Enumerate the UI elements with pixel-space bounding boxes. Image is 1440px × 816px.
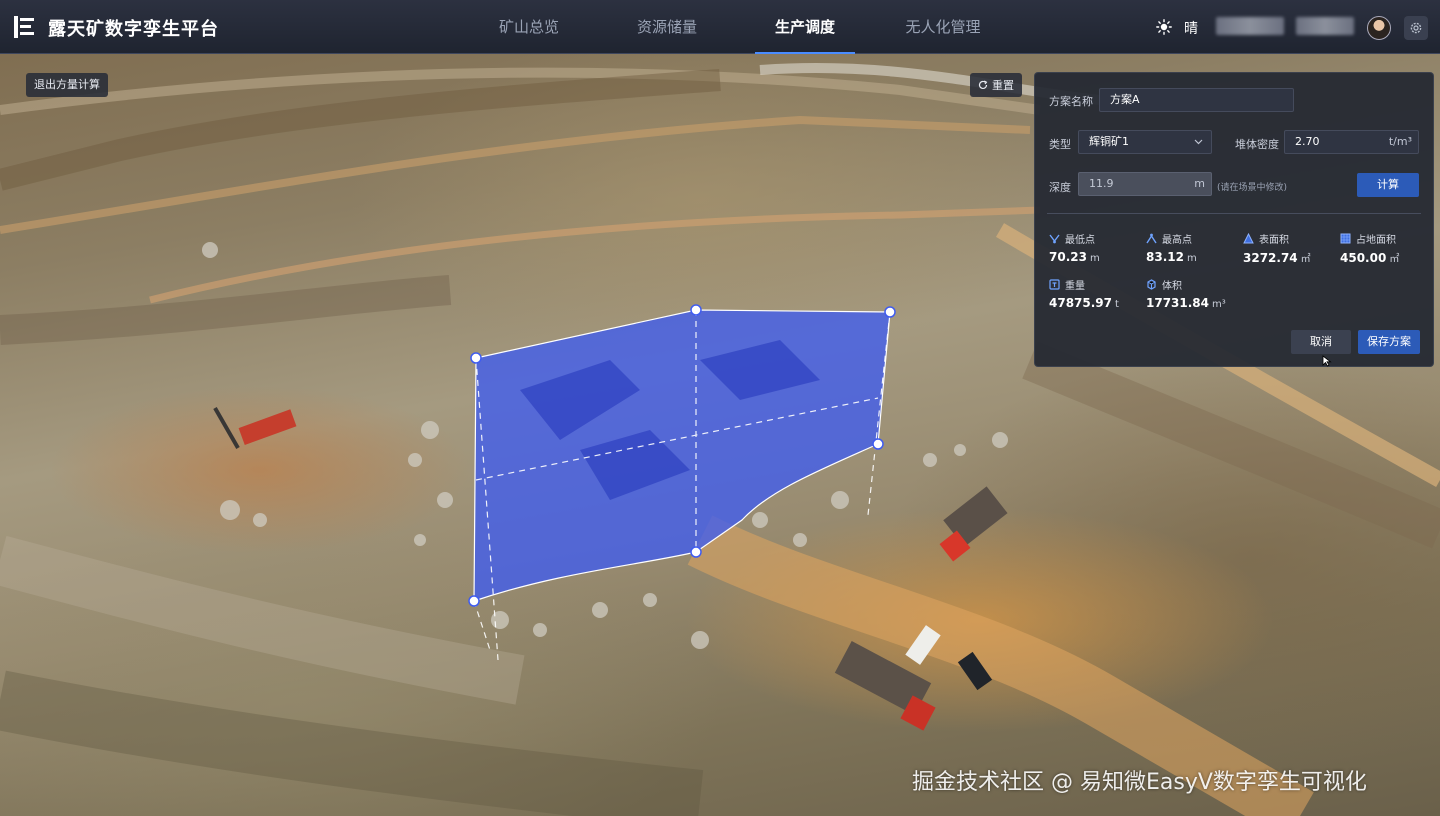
stat-unit: m xyxy=(1089,253,1100,264)
stat-highest-point: 最高点 83.12 m xyxy=(1146,231,1236,264)
reset-button[interactable]: 重置 xyxy=(970,73,1022,97)
depth-unit: m xyxy=(1194,177,1205,190)
stat-label: 最高点 xyxy=(1162,235,1192,246)
settings-button[interactable] xyxy=(1404,16,1428,40)
app-title: 露天矿数字孪生平台 xyxy=(48,19,219,40)
lowest-point-icon xyxy=(1049,234,1060,244)
stat-unit: m xyxy=(1186,253,1197,264)
tab-production-dispatch[interactable]: 生产调度 xyxy=(736,0,874,54)
stat-footprint-area: 占地面积 450.00 ㎡ xyxy=(1340,231,1430,265)
user-avatar[interactable] xyxy=(1367,16,1391,40)
plan-name-label: 方案名称 xyxy=(1049,95,1093,108)
depth-label: 深度 xyxy=(1049,181,1071,194)
density-unit: t/m³ xyxy=(1388,135,1412,148)
stat-value: 83.12 xyxy=(1146,250,1184,264)
exit-volume-calc-button[interactable]: 退出方量计算 xyxy=(26,73,108,97)
stat-unit: t xyxy=(1115,299,1119,310)
stat-value: 17731.84 xyxy=(1146,296,1210,310)
gear-icon xyxy=(1410,22,1422,34)
surface-area-icon xyxy=(1243,233,1254,244)
top-navigation-bar: 露天矿数字孪生平台 矿山总览 资源储量 生产调度 无人化管理 晴 xyxy=(0,0,1440,54)
redacted-date xyxy=(1216,17,1284,35)
volume-icon xyxy=(1147,279,1156,290)
plan-name-input[interactable]: 方案A xyxy=(1099,88,1294,112)
volume-calculation-panel: 方案名称 方案A 类型 辉铜矿1 堆体密度 2.70 t/m³ 深度 11.9 … xyxy=(1034,72,1434,367)
density-label: 堆体密度 xyxy=(1235,138,1279,151)
stat-value: 3272.74 xyxy=(1243,251,1298,265)
weather-text: 晴 xyxy=(1184,21,1198,37)
footprint-area-icon xyxy=(1340,233,1351,244)
stat-label: 占地面积 xyxy=(1356,235,1396,246)
drill-rig xyxy=(213,407,297,449)
stat-label: 最低点 xyxy=(1065,235,1095,246)
depth-input: 11.9 m xyxy=(1078,172,1212,196)
stat-surface-area: 表面积 3272.74 ㎡ xyxy=(1243,231,1333,265)
dump-truck-1 xyxy=(939,486,1008,562)
tab-mine-overview[interactable]: 矿山总览 xyxy=(460,0,598,54)
stat-volume: 体积 17731.84 m³ xyxy=(1146,277,1236,310)
cancel-button[interactable]: 取消 xyxy=(1291,330,1351,354)
stat-label: 重量 xyxy=(1065,281,1085,292)
save-plan-button[interactable]: 保存方案 xyxy=(1358,330,1420,354)
mouse-cursor-icon xyxy=(1322,355,1332,367)
type-label: 类型 xyxy=(1049,138,1071,151)
panel-divider xyxy=(1047,213,1421,214)
stat-label: 体积 xyxy=(1162,281,1182,292)
chevron-down-icon xyxy=(1194,139,1203,145)
stat-label: 表面积 xyxy=(1259,235,1289,246)
type-select-value: 辉铜矿1 xyxy=(1089,135,1129,148)
watermark-text: 掘金技术社区 @ 易知微EasyV数字孪生可视化 xyxy=(912,770,1367,795)
density-value: 2.70 xyxy=(1295,135,1320,148)
app-logo-icon xyxy=(14,16,34,38)
depth-hint: (请在场景中修改) xyxy=(1217,183,1288,193)
highest-point-icon xyxy=(1146,233,1157,244)
reset-label: 重置 xyxy=(992,79,1014,92)
main-nav-tabs: 矿山总览 资源储量 生产调度 无人化管理 xyxy=(460,0,1012,54)
stat-unit: ㎡ xyxy=(1389,254,1400,265)
stat-value: 450.00 xyxy=(1340,251,1387,265)
tab-resource-reserves[interactable]: 资源储量 xyxy=(598,0,736,54)
stat-lowest-point: 最低点 70.23 m xyxy=(1049,231,1139,264)
stat-weight: 重量 47875.97 t xyxy=(1049,277,1139,310)
stat-value: 70.23 xyxy=(1049,250,1087,264)
sun-icon xyxy=(1156,19,1172,35)
stat-unit: ㎡ xyxy=(1300,254,1311,265)
tab-unmanned-management[interactable]: 无人化管理 xyxy=(874,0,1012,54)
depth-value: 11.9 xyxy=(1089,177,1114,190)
stat-unit: m³ xyxy=(1212,299,1226,310)
type-select[interactable]: 辉铜矿1 xyxy=(1078,130,1212,154)
calculate-button[interactable]: 计算 xyxy=(1357,173,1419,197)
stat-value: 47875.97 xyxy=(1049,296,1113,310)
density-input[interactable]: 2.70 t/m³ xyxy=(1284,130,1419,154)
refresh-icon xyxy=(978,80,988,90)
redacted-time xyxy=(1296,17,1354,35)
weight-icon xyxy=(1049,279,1060,290)
